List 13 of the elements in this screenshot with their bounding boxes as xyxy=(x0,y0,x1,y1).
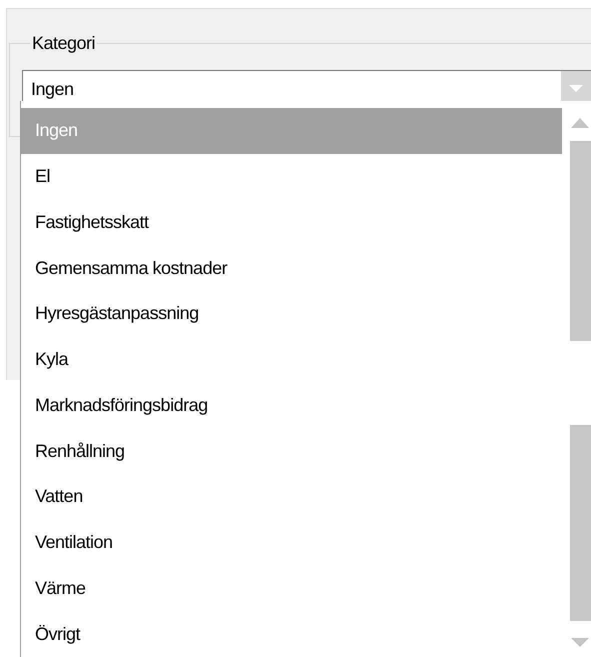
dropdown-option[interactable]: Värme xyxy=(21,566,562,612)
dropdown-option[interactable]: Kyla xyxy=(21,336,562,382)
dropdown-option[interactable]: Renhållning xyxy=(21,428,562,474)
dropdown-option[interactable]: Hyresgästanpassning xyxy=(21,291,562,337)
dropdown-option[interactable]: Vatten xyxy=(21,474,562,520)
dropdown-arrow-icon xyxy=(569,85,583,93)
dropdown-option[interactable]: Ventilation xyxy=(21,520,562,566)
dropdown-option[interactable]: Övrigt xyxy=(21,611,562,657)
dropdown-option[interactable]: Fastighetsskatt xyxy=(21,200,562,246)
dropdown-option[interactable]: El xyxy=(21,154,562,200)
dropdown-option[interactable]: Gemensamma kostnader xyxy=(21,245,562,291)
group-title: Kategori xyxy=(31,33,96,54)
dropdown-option[interactable]: Marknadsföringsbidrag xyxy=(21,382,562,428)
